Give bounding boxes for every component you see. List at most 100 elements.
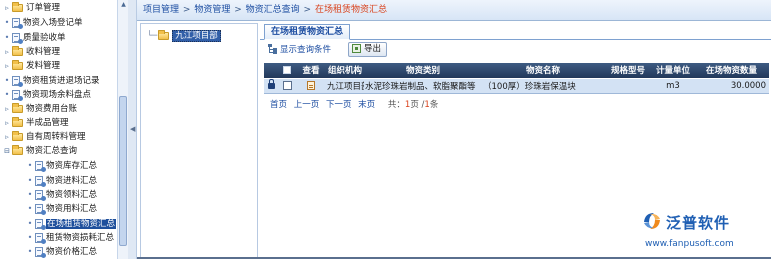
brand-name: 泛普软件 [666, 214, 731, 232]
row-select-cell[interactable] [278, 77, 296, 94]
tab-onsite-rental-summary[interactable]: 在场租赁物资汇总 [264, 24, 351, 40]
pager-row-suffix: 条 [429, 100, 439, 110]
table-row[interactable]: 九江项目部 水泥珍珠岩制品、软脂聚酯等 （100厚）珍珠岩保温块 m3 30.0… [264, 77, 769, 94]
folder-icon [12, 145, 23, 155]
fanpu-logo-icon [644, 213, 660, 229]
folder-icon [12, 131, 23, 141]
show-query-label: 显示查询条件 [280, 45, 332, 55]
bullet-icon: • [27, 176, 33, 185]
table-header-row: 查看 组织机构 物资类别 物资名称 规格型号 计量单位 在场物资数量 [264, 63, 769, 78]
bullet-icon: • [27, 190, 33, 199]
pager-first-link[interactable]: 首页 [270, 100, 287, 110]
cell-name: （100厚）珍珠岩保温块 [482, 77, 604, 94]
column-header-category: 物资类别 [364, 63, 482, 78]
expand-icon[interactable]: ▹ [3, 131, 11, 143]
pager-total-prefix: 共： [387, 100, 405, 110]
sidebar-item-label: 收料管理 [26, 47, 61, 57]
folder-icon [158, 30, 170, 40]
row-lock-cell [264, 77, 278, 94]
sidebar-item-rental-loss-summary[interactable]: • 租赁物资损耗汇总 [26, 232, 114, 244]
sidebar-item-usage-summary[interactable]: • 物资用料汇总 [26, 203, 97, 215]
sidebar-item-stock-summary[interactable]: • 物资库存汇总 [26, 160, 97, 172]
pager: 首页 上一页 下一页 末页 共：1页 /1条 [270, 99, 438, 111]
sidebar-item-rental-in-out[interactable]: • 物资租赁进退场记录 [3, 75, 100, 87]
export-button[interactable]: 导出 [348, 42, 388, 57]
sidebar-item-receiving[interactable]: ▹ 收料管理 [3, 46, 60, 58]
sidebar-item-label: 物资汇总查询 [26, 146, 78, 156]
bullet-icon: • [27, 247, 33, 256]
sidebar-item-issuing[interactable]: ▹ 发料管理 [3, 60, 60, 72]
bullet-icon: • [27, 219, 33, 228]
column-header-select-all[interactable] [278, 63, 296, 78]
bullet-icon: • [27, 161, 33, 170]
expand-icon[interactable]: ▹ [3, 60, 11, 72]
collapse-icon[interactable]: ⊟ [3, 145, 11, 157]
sidebar-item-cost-ledger[interactable]: ▹ 物资费用台账 [3, 103, 77, 115]
expand-icon[interactable]: ▹ [3, 103, 11, 115]
column-header-org: 组织机构 [326, 63, 364, 78]
document-icon [35, 190, 46, 201]
sidebar-item-order-mgmt[interactable]: ▹ 订单管理 [3, 2, 60, 14]
pager-last-link[interactable]: 末页 [358, 100, 375, 110]
breadcrumb-item-material[interactable]: 物资管理 [194, 5, 230, 15]
sidebar-item-label: 物资价格汇总 [46, 247, 98, 257]
column-header-lock [264, 63, 278, 78]
breadcrumb: 项目管理 > 物资管理 > 物资汇总查询 > 在场租赁物资汇总 [137, 0, 771, 21]
lock-icon [267, 79, 275, 89]
view-detail-icon[interactable] [307, 80, 315, 90]
scroll-up-icon[interactable]: ▲ [119, 0, 128, 10]
project-tree-label[interactable]: 九江项目部 [172, 30, 221, 42]
summary-table: 查看 组织机构 物资类别 物资名称 规格型号 计量单位 在场物资数量 九江项目部… [264, 63, 769, 94]
sidebar-item-label: 在场租赁物资汇总 [46, 219, 117, 229]
sidebar-item-onsite-stocktake[interactable]: • 物资现场余料盘点 [3, 89, 91, 101]
expand-icon[interactable]: ▹ [3, 117, 11, 129]
sidebar-item-entry-register[interactable]: • 物资入场登记单 [3, 17, 83, 29]
sidebar-item-incoming-summary[interactable]: • 物资进料汇总 [26, 175, 97, 187]
select-all-checkbox[interactable] [283, 65, 291, 74]
sidebar-item-semi-finished[interactable]: ▹ 半成品管理 [3, 117, 69, 129]
left-tree-scrollbar[interactable]: ▲ [117, 0, 128, 259]
cell-spec [604, 77, 652, 94]
sidebar-item-label: 自有周转料管理 [26, 132, 86, 142]
sidebar-item-turnover-mgmt[interactable]: ▹ 自有周转料管理 [3, 131, 86, 143]
row-view-cell[interactable] [296, 77, 326, 94]
export-label: 导出 [364, 44, 382, 54]
sidebar-item-requisition-summary[interactable]: • 物资领料汇总 [26, 189, 97, 201]
show-query-conditions-link[interactable]: 显示查询条件 [268, 44, 331, 56]
folder-icon [12, 60, 23, 70]
expand-icon[interactable]: ▹ [3, 2, 11, 14]
pager-total-text: 共：1页 /1条 [388, 100, 438, 110]
cell-unit: m3 [652, 77, 694, 94]
pager-page-suffix: 页 / [410, 100, 425, 110]
bullet-icon: • [4, 33, 10, 42]
sidebar-item-quality-check[interactable]: • 质量验收单 [3, 32, 66, 44]
document-icon [12, 33, 23, 44]
cell-qty: 30.0000 [694, 77, 769, 94]
document-icon [35, 233, 46, 244]
brand-logo: 泛普软件 www.fanpusoft.com [641, 210, 769, 258]
breadcrumb-separator: > [303, 5, 312, 15]
breadcrumb-item-project[interactable]: 项目管理 [143, 5, 179, 15]
sidebar-item-label: 物资费用台账 [26, 104, 78, 114]
column-header-view: 查看 [296, 63, 326, 78]
document-icon [35, 176, 46, 187]
pager-next-link[interactable]: 下一页 [326, 100, 352, 110]
scrollbar-thumb[interactable] [119, 96, 127, 246]
sidebar-item-onsite-rental-summary[interactable]: • 在场租赁物资汇总 [26, 218, 117, 230]
folder-icon [12, 117, 23, 127]
pager-prev-link[interactable]: 上一页 [294, 100, 320, 110]
sidebar-item-label: 质量验收单 [23, 33, 66, 43]
expand-icon[interactable]: ▹ [3, 46, 11, 58]
project-tree-item[interactable]: └─ 九江项目部 [147, 30, 221, 42]
brand-url: www.fanpusoft.com [645, 239, 734, 249]
breadcrumb-separator: > [234, 5, 242, 15]
collapse-left-icon[interactable]: ◀ [130, 125, 135, 133]
folder-icon [12, 2, 23, 12]
row-checkbox[interactable] [282, 80, 292, 90]
sidebar-item-summary-query[interactable]: ⊟ 物资汇总查询 [3, 145, 77, 157]
sidebar-item-label: 物资入场登记单 [23, 18, 83, 28]
panel-splitter[interactable]: ◀ [128, 0, 137, 259]
document-icon [35, 219, 46, 230]
sidebar-item-price-summary[interactable]: • 物资价格汇总 [26, 246, 97, 258]
breadcrumb-item-summary-query[interactable]: 物资汇总查询 [246, 5, 300, 15]
